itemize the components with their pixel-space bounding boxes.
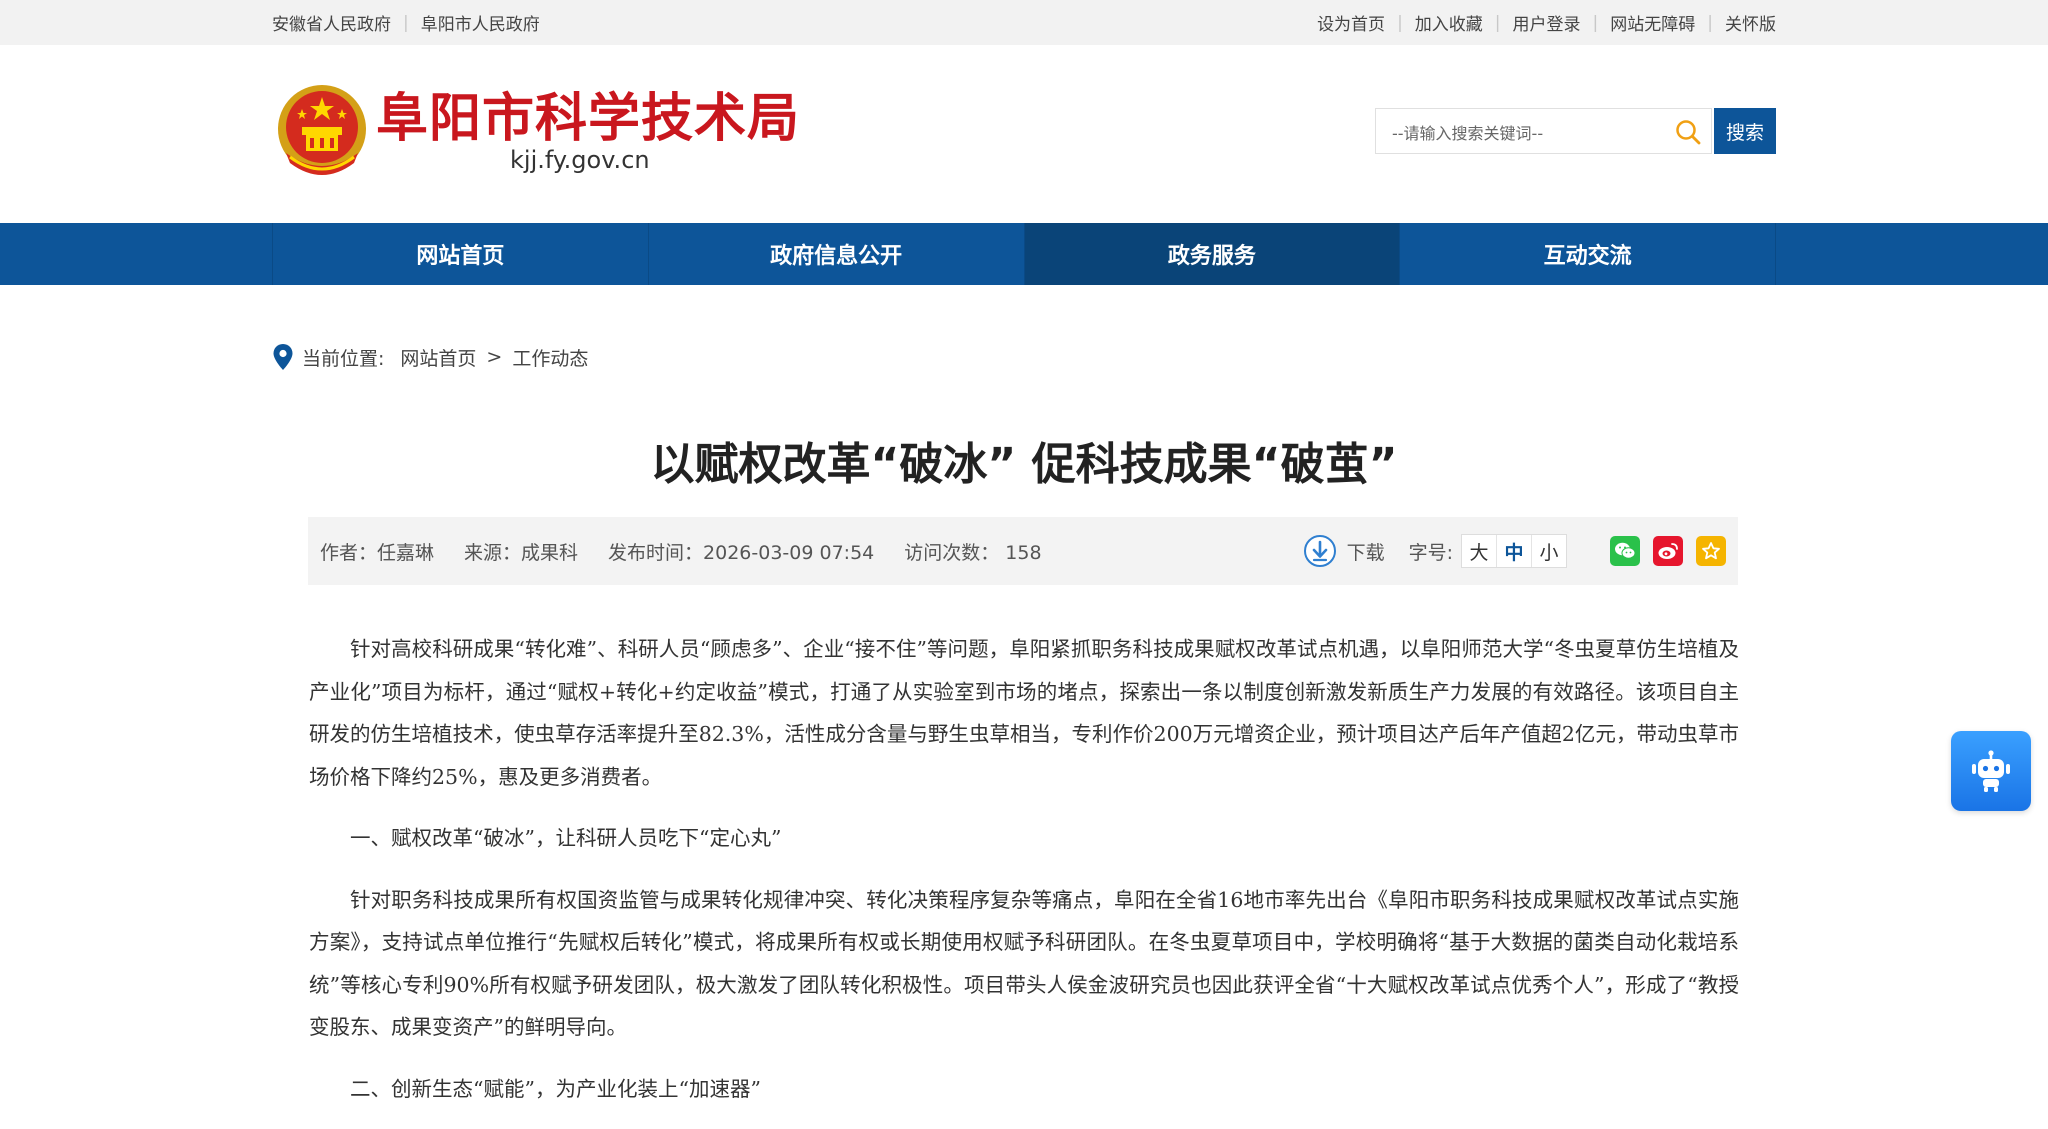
top-right-links: 设为首页 | 加入收藏 | 用户登录 | 网站无障碍 | 关怀版	[1317, 10, 1776, 36]
article-publish-time: 发布时间：2026-03-09 07:54	[608, 541, 875, 564]
nav-item-interaction[interactable]: 互动交流	[1399, 223, 1776, 285]
main-nav: 网站首页 政府信息公开 政务服务 互动交流	[0, 223, 2048, 285]
weibo-icon	[1658, 543, 1678, 559]
font-size-small[interactable]: 小	[1531, 535, 1566, 567]
divider: |	[1397, 12, 1403, 33]
weibo-share-button[interactable]	[1653, 536, 1683, 566]
breadcrumb-home[interactable]: 网站首页	[400, 344, 476, 371]
article-paragraph: 针对职务科技成果所有权国资监管与成果转化规律冲突、转化决策程序复杂等痛点，阜阳在…	[309, 887, 1739, 1040]
link-add-favorite[interactable]: 加入收藏	[1415, 10, 1483, 35]
link-anhui-gov[interactable]: 安徽省人民政府	[272, 10, 391, 35]
article-visits: 访问次数： 158	[904, 541, 1042, 564]
divider: |	[1707, 12, 1713, 33]
article-subheading: 二、创新生态“赋能”，为产业化装上“加速器”	[350, 1076, 761, 1101]
link-accessibility[interactable]: 网站无障碍	[1610, 10, 1695, 35]
font-size-selector: 大 中 小	[1461, 534, 1567, 568]
article-author: 作者：任嘉琳	[320, 541, 435, 564]
location-pin-icon	[273, 344, 293, 370]
search-icon[interactable]	[1675, 119, 1701, 145]
search-box	[1375, 108, 1712, 154]
nav-item-gov-service[interactable]: 政务服务	[1023, 223, 1400, 285]
download-label: 下载	[1346, 541, 1385, 564]
link-set-homepage[interactable]: 设为首页	[1317, 10, 1385, 35]
top-left-links: 安徽省人民政府 | 阜阳市人民政府	[272, 10, 540, 36]
breadcrumb-label: 当前位置:	[302, 347, 385, 370]
link-fuyang-gov[interactable]: 阜阳市人民政府	[421, 10, 540, 35]
font-size-large[interactable]: 大	[1462, 535, 1496, 567]
robot-icon	[1972, 750, 2010, 792]
breadcrumb-work-news[interactable]: 工作动态	[512, 344, 588, 371]
divider: |	[1494, 12, 1501, 33]
search-input[interactable]	[1390, 119, 1664, 147]
breadcrumb: 当前位置: 网站首页 > 工作动态	[272, 342, 588, 372]
article-source: 来源：成果科	[464, 541, 579, 564]
divider: |	[403, 12, 409, 33]
article-subheading: 一、赋权改革“破冰”，让科研人员吃下“定心丸”	[350, 826, 782, 850]
favorite-icon	[1702, 542, 1720, 560]
nav-item-home[interactable]: 网站首页	[272, 223, 648, 285]
top-bar: 安徽省人民政府 | 阜阳市人民政府 设为首页 | 加入收藏 | 用户登录 | 网…	[0, 0, 2048, 45]
nav-item-gov-info[interactable]: 政府信息公开	[647, 223, 1024, 285]
wechat-share-button[interactable]	[1610, 536, 1640, 566]
site-title[interactable]: 阜阳市科学技术局	[376, 89, 800, 149]
font-size-medium[interactable]: 中	[1496, 535, 1531, 567]
site-domain: kjj.fy.gov.cn	[510, 146, 650, 174]
wechat-icon	[1615, 542, 1636, 559]
font-size-label: 字号:	[1408, 541, 1453, 564]
article-body: 针对高校科研成果“转化难”、科研人员“顾虑多”、企业“接不住”等问题，阜阳紧抓职…	[309, 628, 1739, 1129]
search-button[interactable]: 搜索	[1714, 108, 1776, 154]
link-user-login[interactable]: 用户登录	[1513, 10, 1581, 35]
site-header: 阜阳市科学技术局 kjj.fy.gov.cn 搜索	[0, 45, 2048, 223]
divider: |	[1592, 12, 1599, 33]
favorite-share-button[interactable]	[1696, 536, 1726, 566]
ai-assistant-button[interactable]	[1951, 731, 2031, 811]
national-emblem-icon[interactable]	[272, 83, 372, 187]
article-paragraph: 针对高校科研成果“转化难”、科研人员“顾虑多”、企业“接不住”等问题，阜阳紧抓职…	[309, 637, 1739, 789]
article-meta-bar: 作者：任嘉琳 来源：成果科 发布时间：2026-03-09 07:54 访问次数…	[308, 517, 1738, 585]
link-elderly-mode[interactable]: 关怀版	[1725, 10, 1776, 35]
download-button[interactable]: 下载	[1303, 534, 1385, 568]
download-icon	[1303, 535, 1336, 567]
article-title: 以赋权改革“破冰” 促科技成果“破茧”	[650, 439, 1398, 490]
breadcrumb-separator: >	[486, 346, 503, 368]
